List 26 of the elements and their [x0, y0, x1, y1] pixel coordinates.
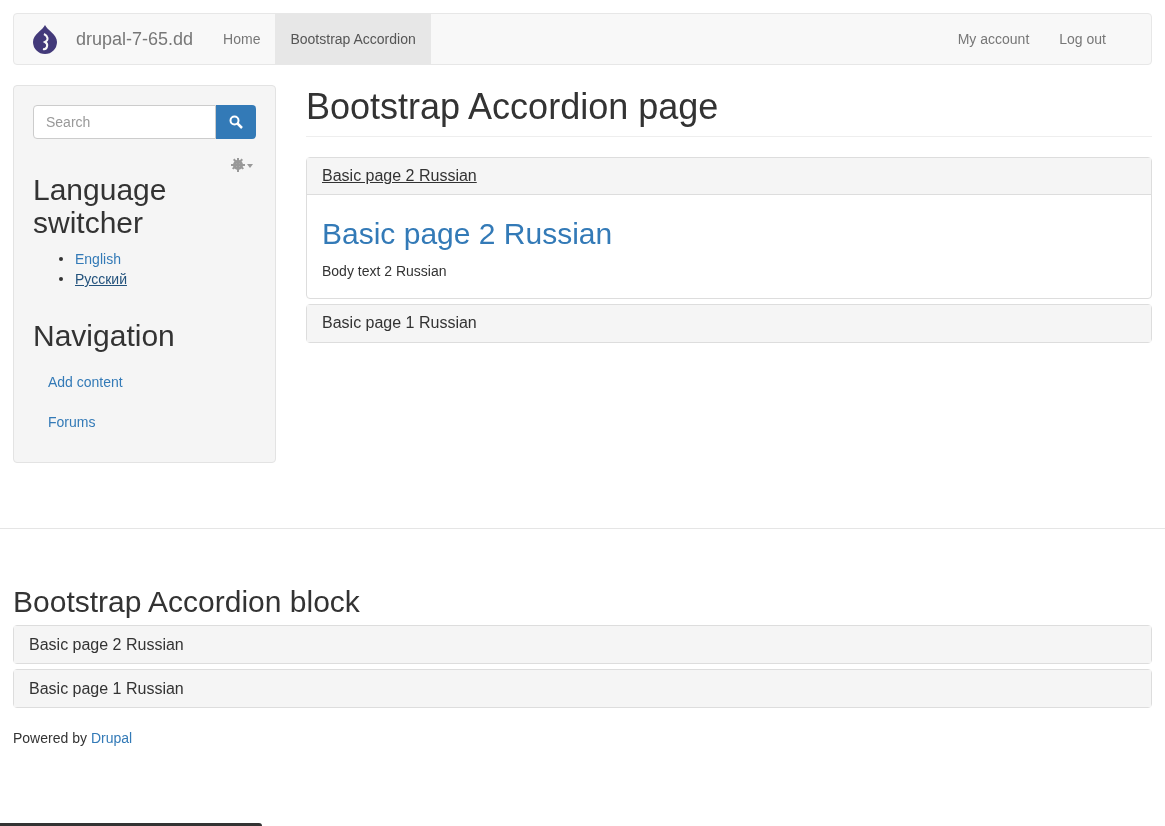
nav-link[interactable]: Home — [208, 14, 276, 64]
language-link[interactable]: Русский — [75, 269, 127, 289]
accordion-header[interactable]: Basic page 1 Russian — [14, 670, 1151, 707]
drop-logo-icon[interactable] — [31, 24, 59, 54]
site-name[interactable]: drupal-7-65.dd — [76, 25, 194, 53]
bullet-icon — [59, 257, 63, 261]
accordion-header[interactable]: Basic page 1 Russian — [307, 304, 1151, 342]
gear-dropdown-icon[interactable] — [230, 157, 254, 173]
nav-link[interactable]: Log out — [1044, 14, 1121, 64]
nav-link[interactable]: My account — [942, 14, 1045, 64]
footer-text: Powered by — [13, 729, 87, 748]
footer-link[interactable]: Drupal — [90, 728, 133, 749]
accordion-header[interactable]: Basic page 2 Russian — [14, 626, 1151, 663]
bullet-icon — [59, 277, 63, 281]
navigation-link[interactable]: Add content — [33, 362, 256, 402]
block-title: Language switcher — [33, 173, 168, 239]
accordion-header[interactable]: Basic page 2 Russian — [307, 158, 1151, 195]
page-title-link[interactable]: Basic page 2 Russian — [322, 215, 613, 253]
nav-link[interactable]: Bootstrap Accordion — [275, 14, 431, 64]
block-title: Navigation — [33, 319, 176, 352]
block-title: Bootstrap Accordion block — [13, 584, 361, 620]
navigation-link[interactable]: Forums — [33, 402, 256, 442]
page-title: Bootstrap Accordion page — [306, 87, 1152, 137]
body-text: Body text 2 Russian — [322, 261, 447, 281]
search-icon[interactable] — [229, 115, 243, 129]
language-link[interactable]: English — [75, 249, 121, 269]
